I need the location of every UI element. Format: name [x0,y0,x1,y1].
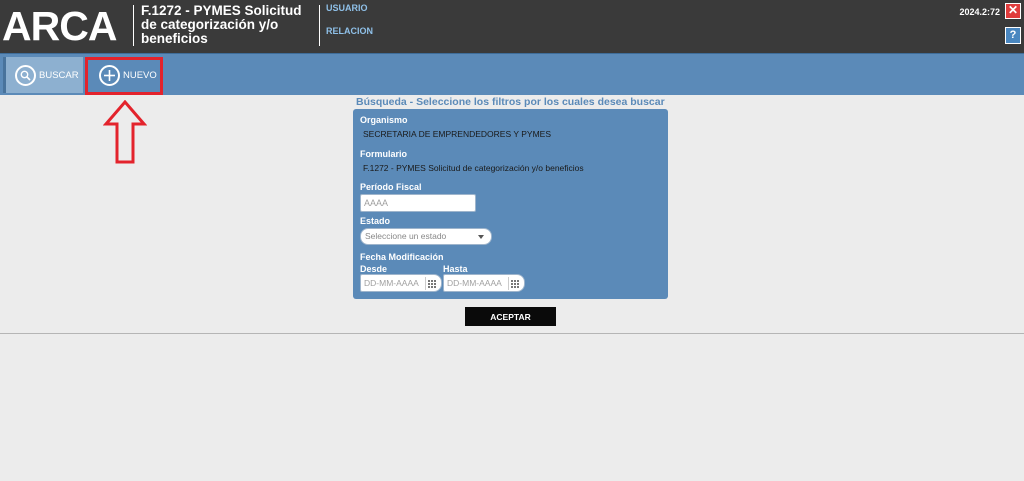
organismo-label: Organismo [360,115,408,125]
desde-label: Desde [360,264,388,274]
header-divider [319,5,320,46]
search-icon [15,64,36,86]
nuevo-highlight-box [85,57,163,95]
help-icon[interactable]: ? [1005,27,1021,44]
header-bar: ARCA F.1272 - PYMES Solicitud de categor… [0,0,1024,53]
formulario-label: Formulario [360,149,408,159]
fecha-modificacion-label: Fecha Modificación [360,252,444,262]
hasta-date-field[interactable]: DD-MM-AAAA [443,274,525,292]
calendar-icon[interactable] [425,277,439,290]
buscar-label: BUSCAR [39,69,79,81]
desde-date-field[interactable]: DD-MM-AAAA [360,274,442,292]
formulario-value: F.1272 - PYMES Solicitud de categorizaci… [363,163,584,173]
search-panel: Organismo SECRETARIA DE EMPRENDEDORES Y … [353,109,668,299]
version-label: 2024.2:72 [959,7,1000,17]
arrow-up-icon [103,100,147,164]
hasta-label: Hasta [443,264,468,274]
estado-select[interactable]: Seleccione un estado [360,228,492,245]
relation-link[interactable]: RELACION [326,26,373,36]
estado-label: Estado [360,216,391,226]
close-icon[interactable]: ✕ [1005,3,1021,19]
periodo-fiscal-input[interactable]: AAAA [360,194,476,212]
chevron-down-icon [478,235,484,239]
arca-logo: ARCA [2,3,117,49]
header-divider [133,5,134,46]
search-title: Búsqueda - Seleccione los filtros por lo… [356,96,665,108]
hasta-date-placeholder: DD-MM-AAAA [447,278,502,288]
user-link[interactable]: USUARIO [326,3,368,13]
form-title: F.1272 - PYMES Solicitud de categorizaci… [141,3,302,46]
estado-select-value: Seleccione un estado [365,231,447,241]
calendar-icon[interactable] [508,277,522,290]
aceptar-button[interactable]: ACEPTAR [465,307,556,326]
desde-date-placeholder: DD-MM-AAAA [364,278,419,288]
buscar-button[interactable]: BUSCAR [3,57,83,93]
content-divider [0,333,1024,334]
organismo-value: SECRETARIA DE EMPRENDEDORES Y PYMES [363,129,551,139]
periodo-fiscal-label: Período Fiscal [360,182,422,192]
